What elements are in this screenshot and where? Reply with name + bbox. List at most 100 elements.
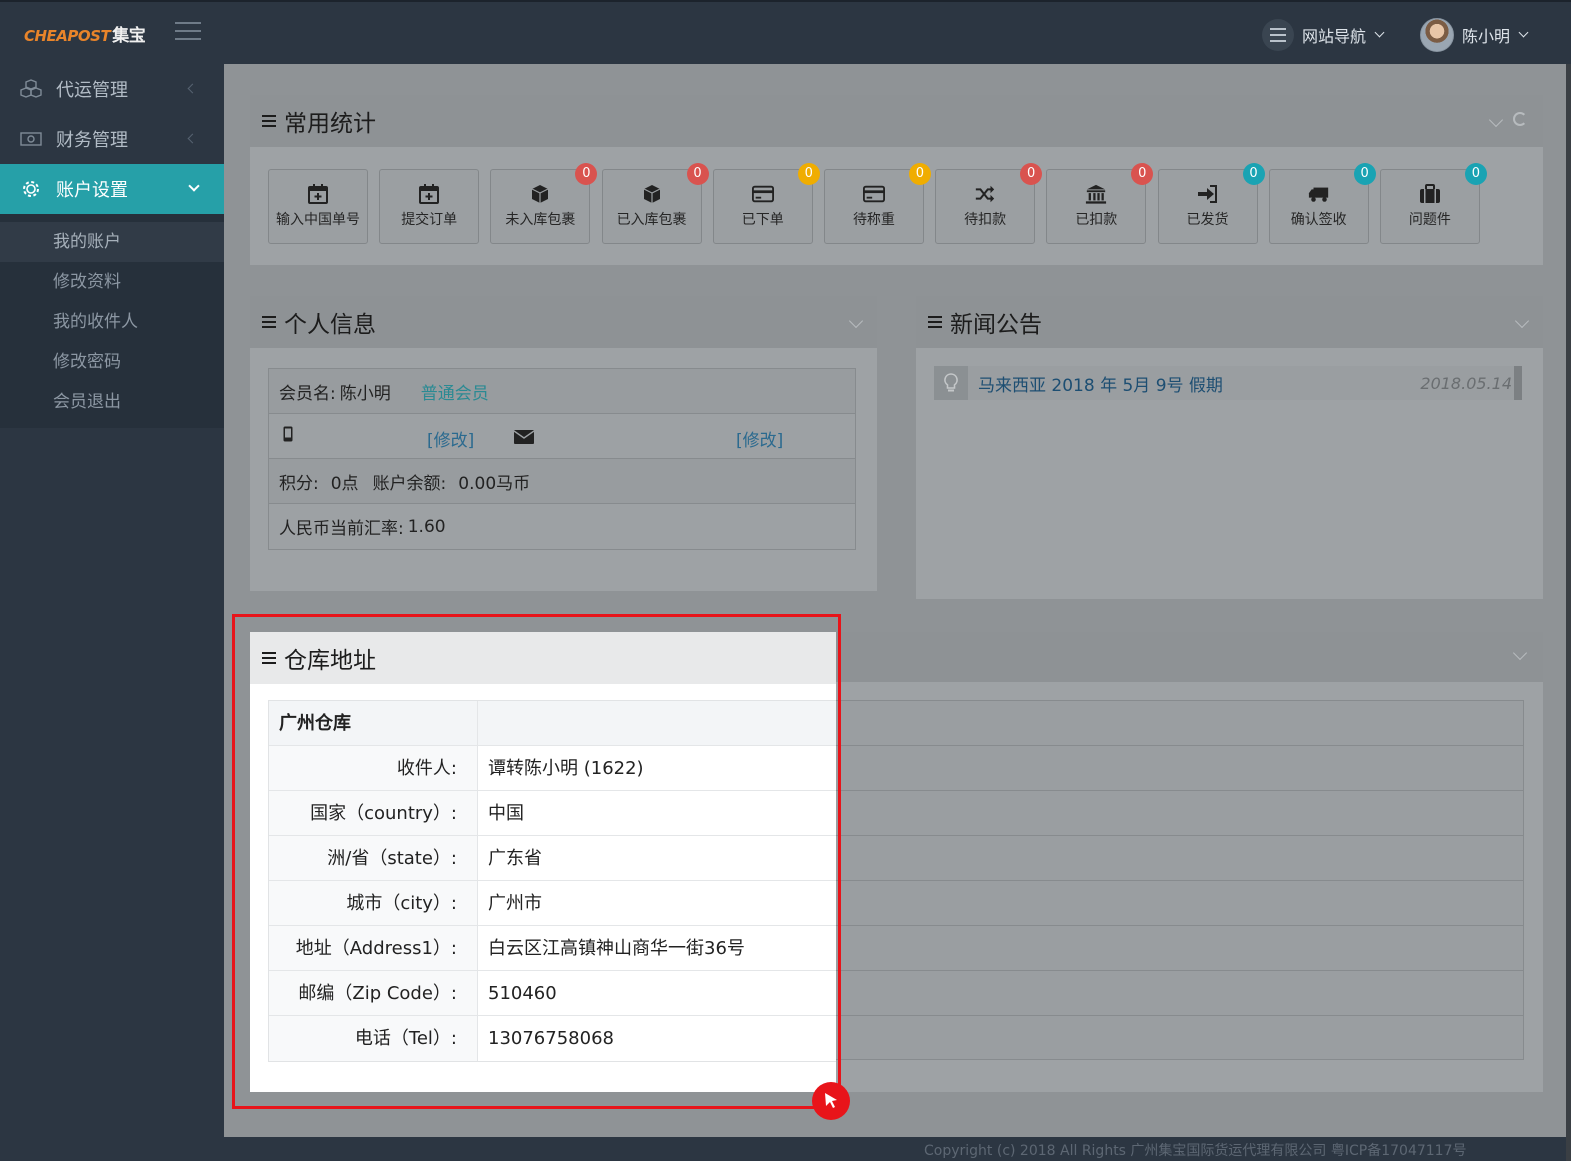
stat-label: 输入中国单号 [276,212,360,228]
sidebar-item-finance[interactable]: 财务管理 [0,114,224,164]
news-scrollbar[interactable] [1514,366,1522,400]
count-badge: 0 [1131,163,1154,185]
count-badge: 0 [686,163,709,185]
news-panel: 新闻公告 马来西亚 2018 年 5月 9号 假期 2018.05.14 [916,296,1543,599]
row-label: 洲/省（state）: [269,836,478,880]
stat-button[interactable]: 已下单 0 [712,163,820,244]
user-menu-dropdown[interactable]: 陈小明 [1420,18,1529,52]
sidebar: 代运管理 财务管理 账户设置 我的账户 修改资料 我的收件人 修改密码 会员退出 [0,64,224,1161]
bars-icon [928,313,942,331]
stat-button[interactable]: 确认签收 0 [1268,163,1376,244]
news-title[interactable]: 马来西亚 2018 年 5月 9号 假期 [978,371,1223,396]
count-badge: 0 [1242,163,1265,185]
member-label: 会员名: [279,383,336,404]
stat-button[interactable]: 未入库包裹 0 [490,163,598,244]
profile-panel-header: 个人信息 [250,296,877,348]
mobile-icon [283,426,293,447]
gear-icon [20,178,42,200]
table-row: 广州仓库 [269,701,836,746]
rate-value: 1.60 [407,516,446,537]
avatar [1420,18,1454,52]
count-badge: 0 [908,163,931,185]
row-label: 地址（Address1）: [269,926,478,970]
money-icon [20,128,42,150]
logo[interactable]: CHEAPOST 集宝 [24,21,146,46]
row-label: 国家（country）: [269,791,478,835]
member-name: 陈小明 [339,383,391,404]
sidebar-item-account-settings[interactable]: 账户设置 [0,164,224,214]
account-submenu: 我的账户 修改资料 我的收件人 修改密码 会员退出 [0,214,224,428]
stat-button[interactable]: 已发货 0 [1157,163,1265,244]
edit-phone-link[interactable]: [修改] [427,426,474,451]
stat-button[interactable]: 待称重 0 [823,163,931,244]
stat-button[interactable]: 待扣款 0 [935,163,1043,244]
stat-button[interactable]: 提交订单 [379,169,480,244]
sidebar-toggle-button[interactable] [175,22,201,42]
member-level-link[interactable]: 普通会员 [421,379,489,404]
row-value: 广东省 [488,848,542,869]
table-row: 国家（country）: 中国 [269,791,836,836]
submenu-edit-profile[interactable]: 修改资料 [0,262,224,302]
stat-button[interactable]: 问题件 0 [1379,163,1487,244]
row-value: 510460 [488,983,557,1004]
lightbulb-icon [934,366,968,400]
stat-button[interactable]: 已扣款 0 [1046,163,1154,244]
count-badge: 0 [1353,163,1376,185]
points-value: 0点 [330,473,359,494]
stat-label: 待称重 [852,212,895,228]
submenu-my-account[interactable]: 我的账户 [0,222,224,262]
contact-row: [修改] [修改] [269,414,855,459]
panel-title: 仓库地址 [284,648,376,674]
table-row: 电话（Tel）: 13076758068 [269,1016,836,1061]
site-nav-dropdown[interactable]: 网站导航 [1262,19,1385,51]
bars-icon [262,112,276,130]
stat-label: 已入库包裹 [616,212,687,228]
warehouse-name: 广州仓库 [269,701,478,745]
panel-title: 常用统计 [284,111,376,137]
collapse-icon[interactable] [1514,313,1530,329]
profile-panel: 个人信息 会员名: 陈小明 普通会员 [修改] [修改] 积分: 0点 账户余额… [250,296,877,591]
sign-in-icon [1197,184,1219,204]
stat-label: 已发货 [1186,212,1229,228]
sidebar-item-shipping[interactable]: 代运管理 [0,64,224,114]
refresh-icon[interactable] [1513,112,1527,126]
points-row: 积分: 0点 账户余额: 0.00马币 [269,459,855,504]
table-row: 地址（Address1）: 白云区江高镇神山商华一街36号 [269,926,836,971]
user-name: 陈小明 [1462,27,1511,46]
top-bar: CHEAPOST 集宝 网站导航 陈小明 [0,0,1571,64]
submenu-change-password[interactable]: 修改密码 [0,342,224,382]
row-label: 收件人: [269,746,478,790]
sidebar-item-label: 财务管理 [56,130,128,151]
stat-button[interactable]: 输入中国单号 [268,169,368,244]
stat-label: 提交订单 [401,212,458,228]
row-label: 电话（Tel）: [269,1016,478,1061]
stat-button[interactable]: 已入库包裹 0 [601,163,709,244]
submenu-logout[interactable]: 会员退出 [0,382,224,422]
news-item[interactable]: 马来西亚 2018 年 5月 9号 假期 2018.05.14 [934,366,1522,400]
cubes-icon [20,78,42,100]
warehouse-panel: 仓库地址 广州仓库 收件人: 谭转陈小明 (1622) 国家（country）:… [250,632,836,1092]
collapse-icon[interactable] [1488,112,1504,128]
row-value: 谭转陈小明 (1622) [488,758,644,779]
footer: Copyright (c) 2018 All Rights 广州集宝国际货运代理… [224,1137,1566,1161]
submenu-my-recipients[interactable]: 我的收件人 [0,302,224,342]
bars-icon [262,649,276,667]
truck-icon [1308,184,1330,204]
row-value: 广州市 [488,893,542,914]
chevron-left-icon [187,133,198,144]
bars-icon [262,313,276,331]
profile-table: 会员名: 陈小明 普通会员 [修改] [修改] 积分: 0点 账户余额: 0.0… [268,368,856,550]
panel-title: 个人信息 [284,312,376,338]
rate-row: 人民币当前汇率: 1.60 [269,504,855,549]
member-row: 会员名: 陈小明 普通会员 [269,369,855,414]
balance-label: 账户余额: [372,473,447,494]
count-badge: 0 [797,163,820,185]
collapse-icon[interactable] [1512,645,1528,661]
balance-value: 0.00马币 [458,473,531,494]
chevron-down-icon [1374,27,1385,38]
collapse-icon[interactable] [848,313,864,329]
stat-buttons: 输入中国单号 提交订单 未入库包裹 0 已入库包裹 0 已下单 0 待称重 0 待扣款 0 已扣款 0 已发… [268,163,1491,244]
stats-panel-header: 常用统计 [250,95,1543,147]
row-label: 邮编（Zip Code）: [269,971,478,1015]
edit-email-link[interactable]: [修改] [736,426,783,451]
